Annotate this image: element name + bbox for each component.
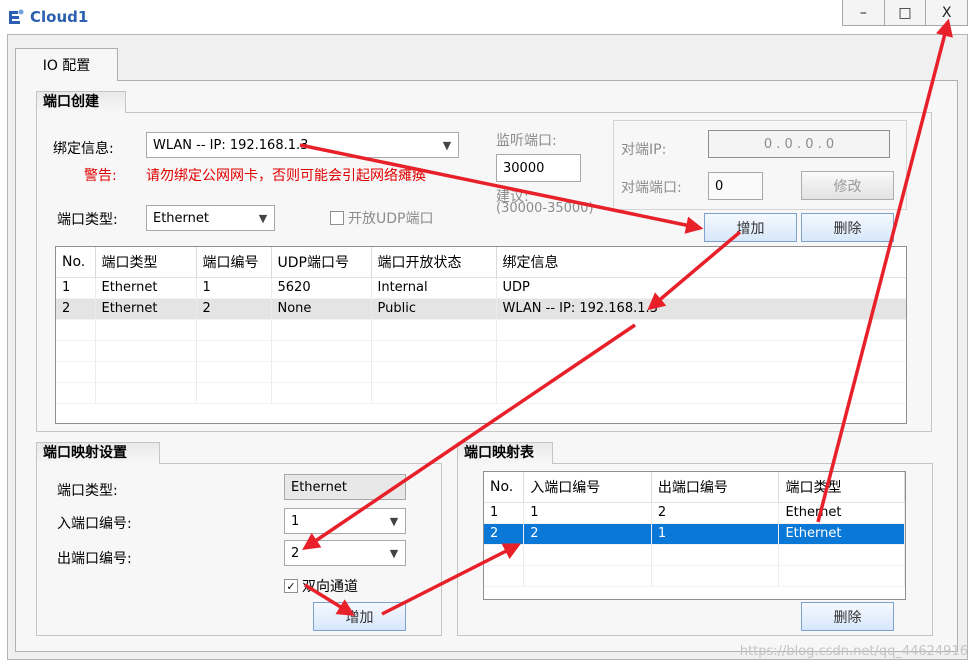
mapping-setup-title: 端口映射设置 xyxy=(36,442,160,464)
delete-mapping-button[interactable]: 删除 xyxy=(801,602,894,631)
table-cell: Ethernet xyxy=(95,298,197,320)
window-title: Cloud1 xyxy=(30,8,89,26)
empty-row xyxy=(484,565,905,587)
table-cell: 1 xyxy=(196,277,272,299)
add-mapping-button[interactable]: 增加 xyxy=(313,602,406,631)
empty-row xyxy=(56,319,906,341)
out-port-select[interactable]: 2 ▼ xyxy=(284,540,406,566)
map-port-type-label: 端口类型: xyxy=(57,483,118,499)
table-cell: 2 xyxy=(196,298,272,320)
mapping-table: No. 入端口编号 出端口编号 端口类型 1 1 2 Ethernet 2 2 … xyxy=(483,471,906,600)
empty-row xyxy=(484,544,905,566)
bind-info-select[interactable]: WLAN -- IP: 192.168.1.3 ▼ xyxy=(146,132,459,158)
table-cell: WLAN -- IP: 192.168.1.3 xyxy=(496,298,906,320)
empty-row xyxy=(56,382,906,404)
peer-port-label: 对端端口: xyxy=(621,180,682,196)
listen-port-label: 监听端口: xyxy=(496,133,557,149)
warning-text: 请勿绑定公网网卡，否则可能会引起网络瘫痪 xyxy=(146,168,426,184)
empty-row xyxy=(56,361,906,383)
close-button[interactable]: X xyxy=(926,0,967,25)
table-cell: Public xyxy=(371,298,497,320)
port-table-header: No. 端口类型 端口编号 UDP端口号 端口开放状态 绑定信息 xyxy=(56,247,906,278)
modify-button[interactable]: 修改 xyxy=(801,171,894,200)
port-table: No. 端口类型 端口编号 UDP端口号 端口开放状态 绑定信息 1 Ether… xyxy=(55,246,907,424)
table-cell: Ethernet xyxy=(778,502,905,524)
out-port-value: 2 xyxy=(291,545,300,561)
watermark: https://blog.csdn.net/qq_44624916 xyxy=(739,644,968,659)
table-cell: Ethernet xyxy=(95,277,197,299)
col-header[interactable]: 出端口编号 xyxy=(651,472,780,503)
chevron-down-icon: ▼ xyxy=(389,546,399,560)
bidirectional-checkbox[interactable]: ✓ xyxy=(284,579,298,593)
table-cell: Internal xyxy=(371,277,497,299)
maximize-button[interactable]: □ xyxy=(885,0,927,25)
add-port-button[interactable]: 增加 xyxy=(704,213,797,242)
chevron-down-icon: ▼ xyxy=(442,138,452,152)
table-cell: 2 xyxy=(484,523,525,545)
bidirectional-row[interactable]: ✓ 双向通道 xyxy=(284,576,358,596)
map-port-type-value: Ethernet xyxy=(291,479,347,495)
mapping-table-header: No. 入端口编号 出端口编号 端口类型 xyxy=(484,472,905,503)
table-cell: 2 xyxy=(651,502,780,524)
port-type-label: 端口类型: xyxy=(57,212,118,228)
listen-port-input[interactable]: 30000 xyxy=(496,154,581,182)
empty-row xyxy=(56,340,906,362)
peer-ip-input[interactable]: 0 . 0 . 0 . 0 xyxy=(708,130,890,158)
tab-io-config[interactable]: IO 配置 xyxy=(15,48,118,81)
udp-checkbox-label: 开放UDP端口 xyxy=(348,211,434,227)
minimize-button[interactable]: – xyxy=(843,0,885,25)
table-cell: 1 xyxy=(56,277,96,299)
table-cell: 2 xyxy=(523,523,652,545)
map-port-type-select[interactable]: Ethernet xyxy=(284,474,406,500)
peer-ip-label: 对端IP: xyxy=(621,142,667,158)
table-row[interactable]: 2 2 1 Ethernet xyxy=(484,523,905,545)
out-port-label: 出端口编号: xyxy=(57,551,132,567)
col-header[interactable]: 入端口编号 xyxy=(523,472,652,503)
col-header[interactable]: 端口开放状态 xyxy=(371,247,497,278)
table-cell: Ethernet xyxy=(778,523,905,545)
in-port-select[interactable]: 1 ▼ xyxy=(284,508,406,534)
cloud-app-icon xyxy=(9,9,24,24)
table-cell: 2 xyxy=(56,298,96,320)
in-port-label: 入端口编号: xyxy=(57,516,132,532)
peer-port-input[interactable]: 0 xyxy=(708,172,763,200)
table-row[interactable]: 1 1 2 Ethernet xyxy=(484,502,905,524)
warning-label: 警告: xyxy=(84,168,117,184)
suggest-range: (30000-35000) xyxy=(496,201,594,216)
title-bar xyxy=(0,0,974,34)
table-cell: None xyxy=(271,298,372,320)
udp-checkbox[interactable] xyxy=(330,211,344,225)
chevron-down-icon: ▼ xyxy=(258,211,268,225)
in-port-value: 1 xyxy=(291,513,300,529)
table-cell: 1 xyxy=(523,502,652,524)
udp-checkbox-row[interactable]: 开放UDP端口 xyxy=(330,208,433,228)
window-controls: – □ X xyxy=(842,0,968,26)
col-header[interactable]: 绑定信息 xyxy=(496,247,906,278)
col-header[interactable]: No. xyxy=(484,472,525,503)
col-header[interactable]: UDP端口号 xyxy=(271,247,372,278)
mapping-table-title: 端口映射表 xyxy=(457,442,553,464)
table-cell: 5620 xyxy=(271,277,372,299)
col-header[interactable]: No. xyxy=(56,247,96,278)
port-type-value: Ethernet xyxy=(153,210,209,226)
port-type-select[interactable]: Ethernet ▼ xyxy=(146,205,275,231)
col-header[interactable]: 端口类型 xyxy=(95,247,197,278)
table-cell: 1 xyxy=(484,502,525,524)
col-header[interactable]: 端口编号 xyxy=(196,247,272,278)
bind-info-value: WLAN -- IP: 192.168.1.3 xyxy=(153,137,309,153)
table-row[interactable]: 2 Ethernet 2 None Public WLAN -- IP: 192… xyxy=(56,298,906,320)
table-cell: 1 xyxy=(651,523,780,545)
table-row[interactable]: 1 Ethernet 1 5620 Internal UDP xyxy=(56,277,906,299)
col-header[interactable]: 端口类型 xyxy=(778,472,905,503)
chevron-down-icon: ▼ xyxy=(389,514,399,528)
delete-port-button[interactable]: 删除 xyxy=(801,213,894,242)
port-create-title: 端口创建 xyxy=(36,91,126,113)
table-cell: UDP xyxy=(496,277,906,299)
bidirectional-label: 双向通道 xyxy=(302,579,358,595)
bind-info-label: 绑定信息: xyxy=(53,141,114,157)
